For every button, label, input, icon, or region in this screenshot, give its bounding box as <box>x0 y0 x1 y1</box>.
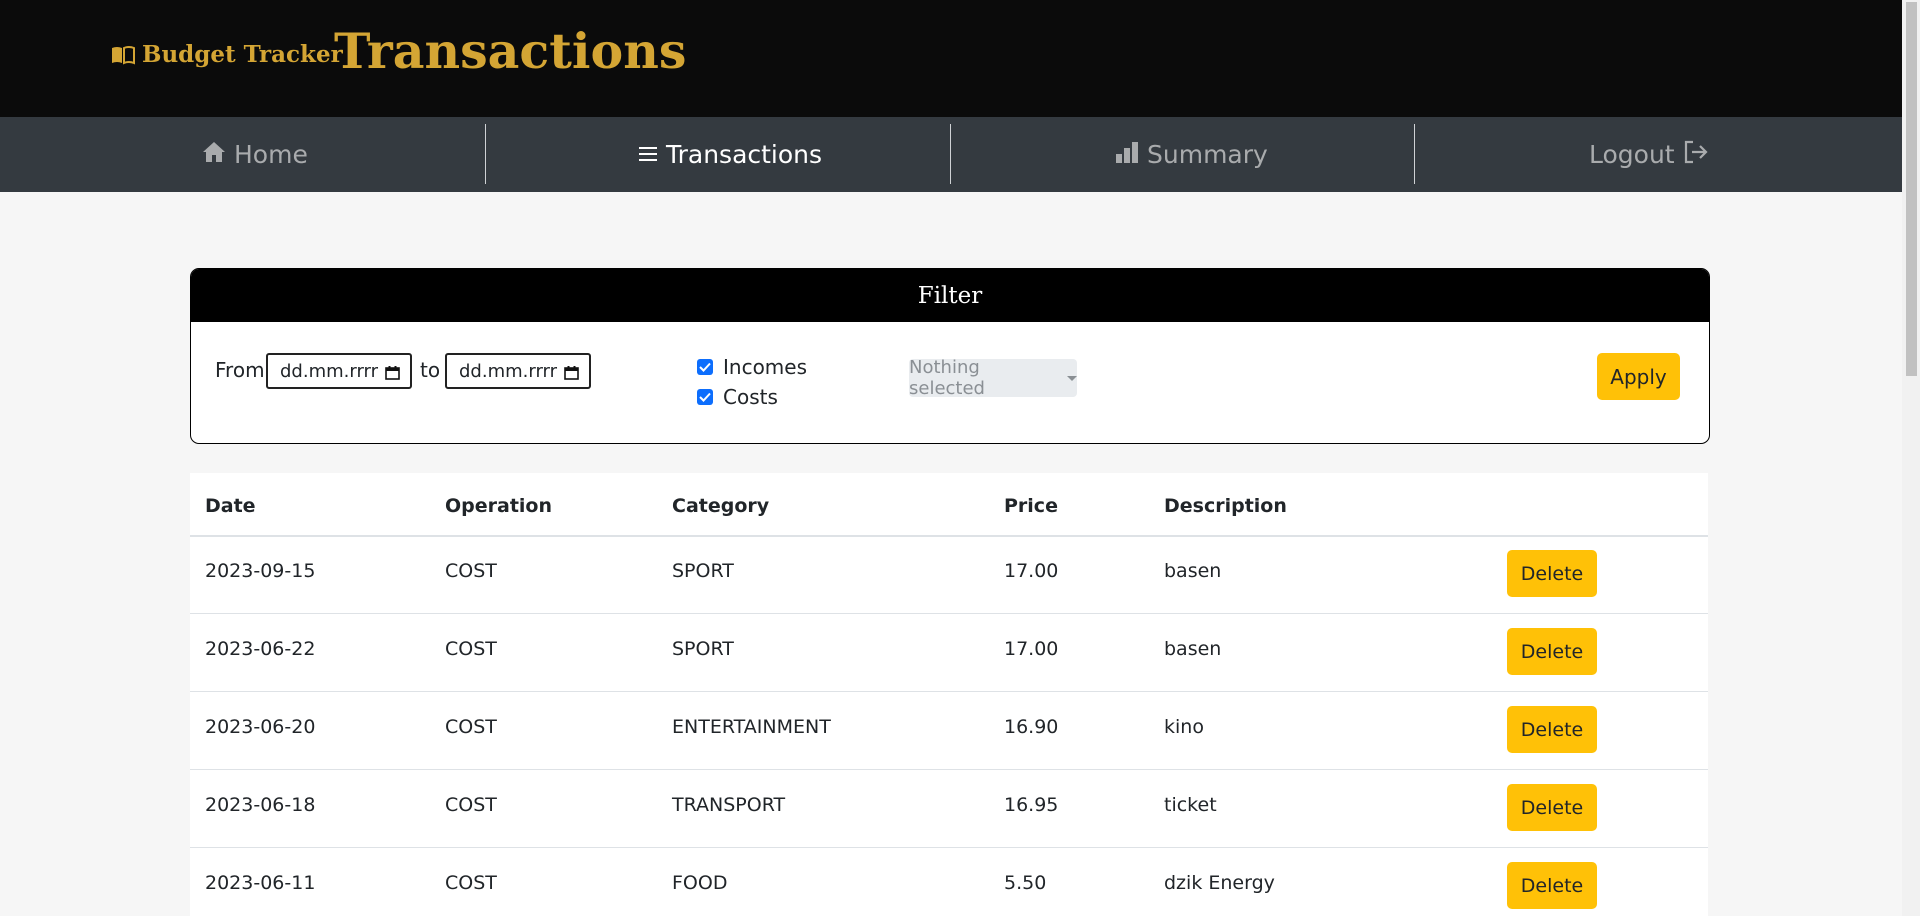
cell-operation: COST <box>445 872 497 894</box>
category-select[interactable]: Nothing selected <box>909 357 1077 399</box>
filter-heading: Filter <box>191 269 1709 322</box>
cell-description: basen <box>1164 638 1222 660</box>
column-header-operation: Operation <box>445 495 553 517</box>
delete-button[interactable]: Delete <box>1507 784 1597 831</box>
column-header-description: Description <box>1164 495 1287 517</box>
table-row: 2023-06-18 COST TRANSPORT 16.95 ticket D… <box>190 770 1708 848</box>
table-header: Date Operation Category Price Descriptio… <box>190 473 1708 537</box>
delete-button[interactable]: Delete <box>1507 550 1597 597</box>
costs-checkbox-row[interactable]: Costs <box>697 385 778 409</box>
cell-description: basen <box>1164 560 1222 582</box>
costs-checkbox[interactable] <box>697 389 713 405</box>
cell-date: 2023-06-22 <box>205 638 316 660</box>
delete-button[interactable]: Delete <box>1507 706 1597 753</box>
incomes-checkbox-row[interactable]: Incomes <box>697 355 807 379</box>
scrollbar-thumb[interactable] <box>1906 2 1917 376</box>
cell-operation: COST <box>445 560 497 582</box>
nav-item-summary[interactable]: Summary <box>1115 117 1268 192</box>
open-book-icon <box>110 45 136 65</box>
delete-button[interactable]: Delete <box>1507 628 1597 675</box>
table-row: 2023-09-15 COST SPORT 17.00 basen Delete <box>190 536 1708 614</box>
table-row: 2023-06-20 COST ENTERTAINMENT 16.90 kino… <box>190 692 1708 770</box>
from-date-input[interactable]: dd.mm.rrrr <box>266 353 412 389</box>
cell-description: ticket <box>1164 794 1217 816</box>
page-scrollbar[interactable] <box>1902 0 1920 916</box>
column-header-date: Date <box>205 495 256 517</box>
from-label: From <box>215 358 265 382</box>
cell-date: 2023-06-20 <box>205 716 316 738</box>
to-label: to <box>420 358 441 382</box>
cell-price: 17.00 <box>1004 560 1059 582</box>
delete-button[interactable]: Delete <box>1507 862 1597 909</box>
nav-divider <box>485 124 486 184</box>
filter-body: From dd.mm.rrrr to dd.mm.rrrr Incomes Co… <box>191 322 1709 442</box>
brand-name: Budget Tracker <box>142 41 343 68</box>
incomes-label: Incomes <box>723 355 808 379</box>
nav-label-transactions: Transactions <box>666 140 823 169</box>
main-nav: Home Transactions Summary Logout <box>0 117 1902 192</box>
cell-category: FOOD <box>672 872 728 894</box>
table-row: 2023-06-22 COST SPORT 17.00 basen Delete <box>190 614 1708 692</box>
cell-price: 16.90 <box>1004 716 1059 738</box>
home-icon <box>202 140 226 169</box>
logout-icon <box>1683 140 1709 170</box>
cell-price: 5.50 <box>1004 872 1047 894</box>
nav-item-transactions[interactable]: Transactions <box>638 117 822 192</box>
apply-button[interactable]: Apply <box>1597 353 1680 400</box>
nav-divider <box>1414 124 1415 184</box>
incomes-checkbox[interactable] <box>697 359 713 375</box>
page-title: Transactions <box>334 22 687 80</box>
column-header-category: Category <box>672 495 770 517</box>
nav-item-home[interactable]: Home <box>202 117 308 192</box>
caret-down-icon <box>1067 375 1077 381</box>
cell-price: 17.00 <box>1004 638 1059 660</box>
category-select-value: Nothing selected <box>909 357 985 399</box>
cell-price: 16.95 <box>1004 794 1059 816</box>
cell-description: dzik Energy <box>1164 872 1275 894</box>
nav-divider <box>950 124 951 184</box>
to-date-input[interactable]: dd.mm.rrrr <box>445 353 591 389</box>
transactions-table: Date Operation Category Price Descriptio… <box>190 473 1708 916</box>
filter-panel: Filter From dd.mm.rrrr to dd.mm.rrrr Inc… <box>190 268 1710 444</box>
table-row: 2023-06-11 COST FOOD 5.50 dzik Energy De… <box>190 848 1708 916</box>
bar-chart-icon <box>1115 140 1139 169</box>
costs-label: Costs <box>723 385 778 409</box>
cell-category: ENTERTAINMENT <box>672 716 831 738</box>
nav-item-logout[interactable]: Logout <box>1589 117 1709 192</box>
cell-date: 2023-06-11 <box>205 872 316 894</box>
nav-label-home: Home <box>234 140 308 169</box>
column-header-price: Price <box>1004 495 1058 517</box>
cell-category: TRANSPORT <box>672 794 786 816</box>
cell-category: SPORT <box>672 638 734 660</box>
cell-date: 2023-09-15 <box>205 560 316 582</box>
cell-operation: COST <box>445 716 497 738</box>
top-header: Budget Tracker Transactions <box>0 0 1902 117</box>
calendar-icon[interactable] <box>385 364 400 385</box>
nav-label-logout: Logout <box>1589 140 1675 169</box>
list-icon <box>638 140 658 169</box>
calendar-icon[interactable] <box>564 364 579 385</box>
cell-description: kino <box>1164 716 1204 738</box>
brand[interactable]: Budget Tracker <box>110 41 343 68</box>
nav-label-summary: Summary <box>1147 140 1268 169</box>
cell-category: SPORT <box>672 560 734 582</box>
from-date-value: dd.mm.rrrr <box>280 360 379 382</box>
cell-operation: COST <box>445 638 497 660</box>
to-date-value: dd.mm.rrrr <box>459 360 558 382</box>
cell-date: 2023-06-18 <box>205 794 316 816</box>
cell-operation: COST <box>445 794 497 816</box>
